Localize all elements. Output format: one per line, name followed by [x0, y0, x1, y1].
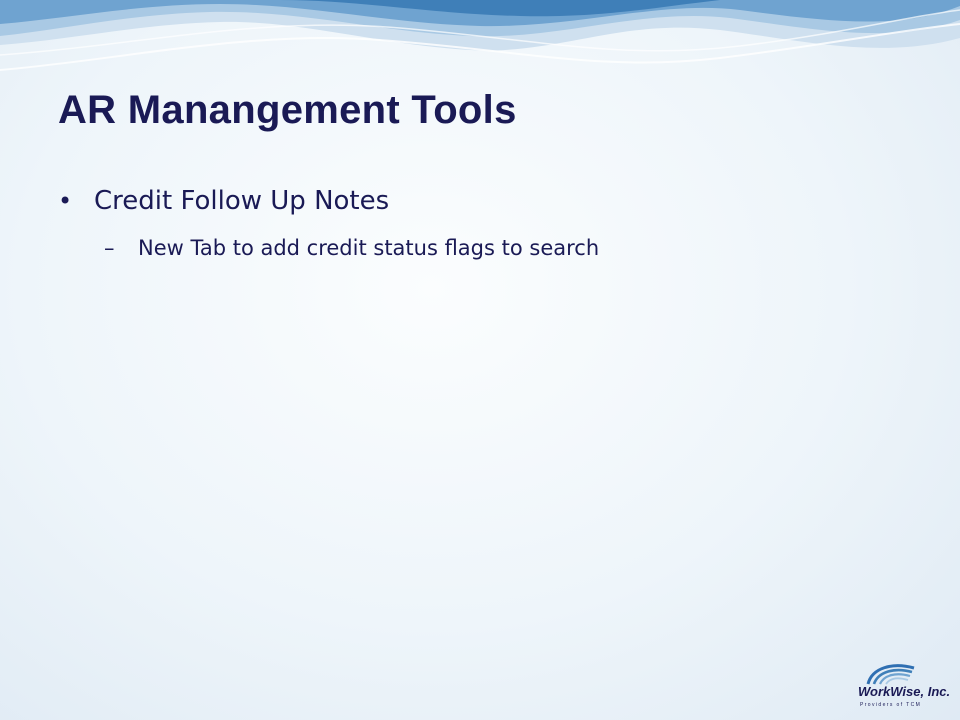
sub-bullet-text: New Tab to add credit status flags to se… — [138, 236, 600, 260]
dash-icon: – — [104, 236, 115, 260]
sub-bullet-item: – New Tab to add credit status flags to … — [58, 236, 599, 260]
workwise-logo: WorkWise, Inc. Providers of TCM — [858, 660, 950, 712]
bullet-list: • Credit Follow Up Notes – New Tab to ad… — [58, 186, 599, 260]
logo-name: WorkWise, Inc. — [858, 684, 951, 699]
bullet-dot-icon: • — [58, 187, 73, 215]
bullet-text: Credit Follow Up Notes — [94, 186, 390, 216]
logo-tagline: Providers of TCM — [860, 702, 922, 708]
slide: AR Manangement Tools • Credit Follow Up … — [0, 0, 960, 720]
slide-title: AR Manangement Tools — [58, 88, 517, 132]
logo-arcs-icon — [866, 664, 915, 685]
wave-banner — [0, 0, 960, 71]
bullet-item: • Credit Follow Up Notes – New Tab to ad… — [58, 186, 599, 260]
